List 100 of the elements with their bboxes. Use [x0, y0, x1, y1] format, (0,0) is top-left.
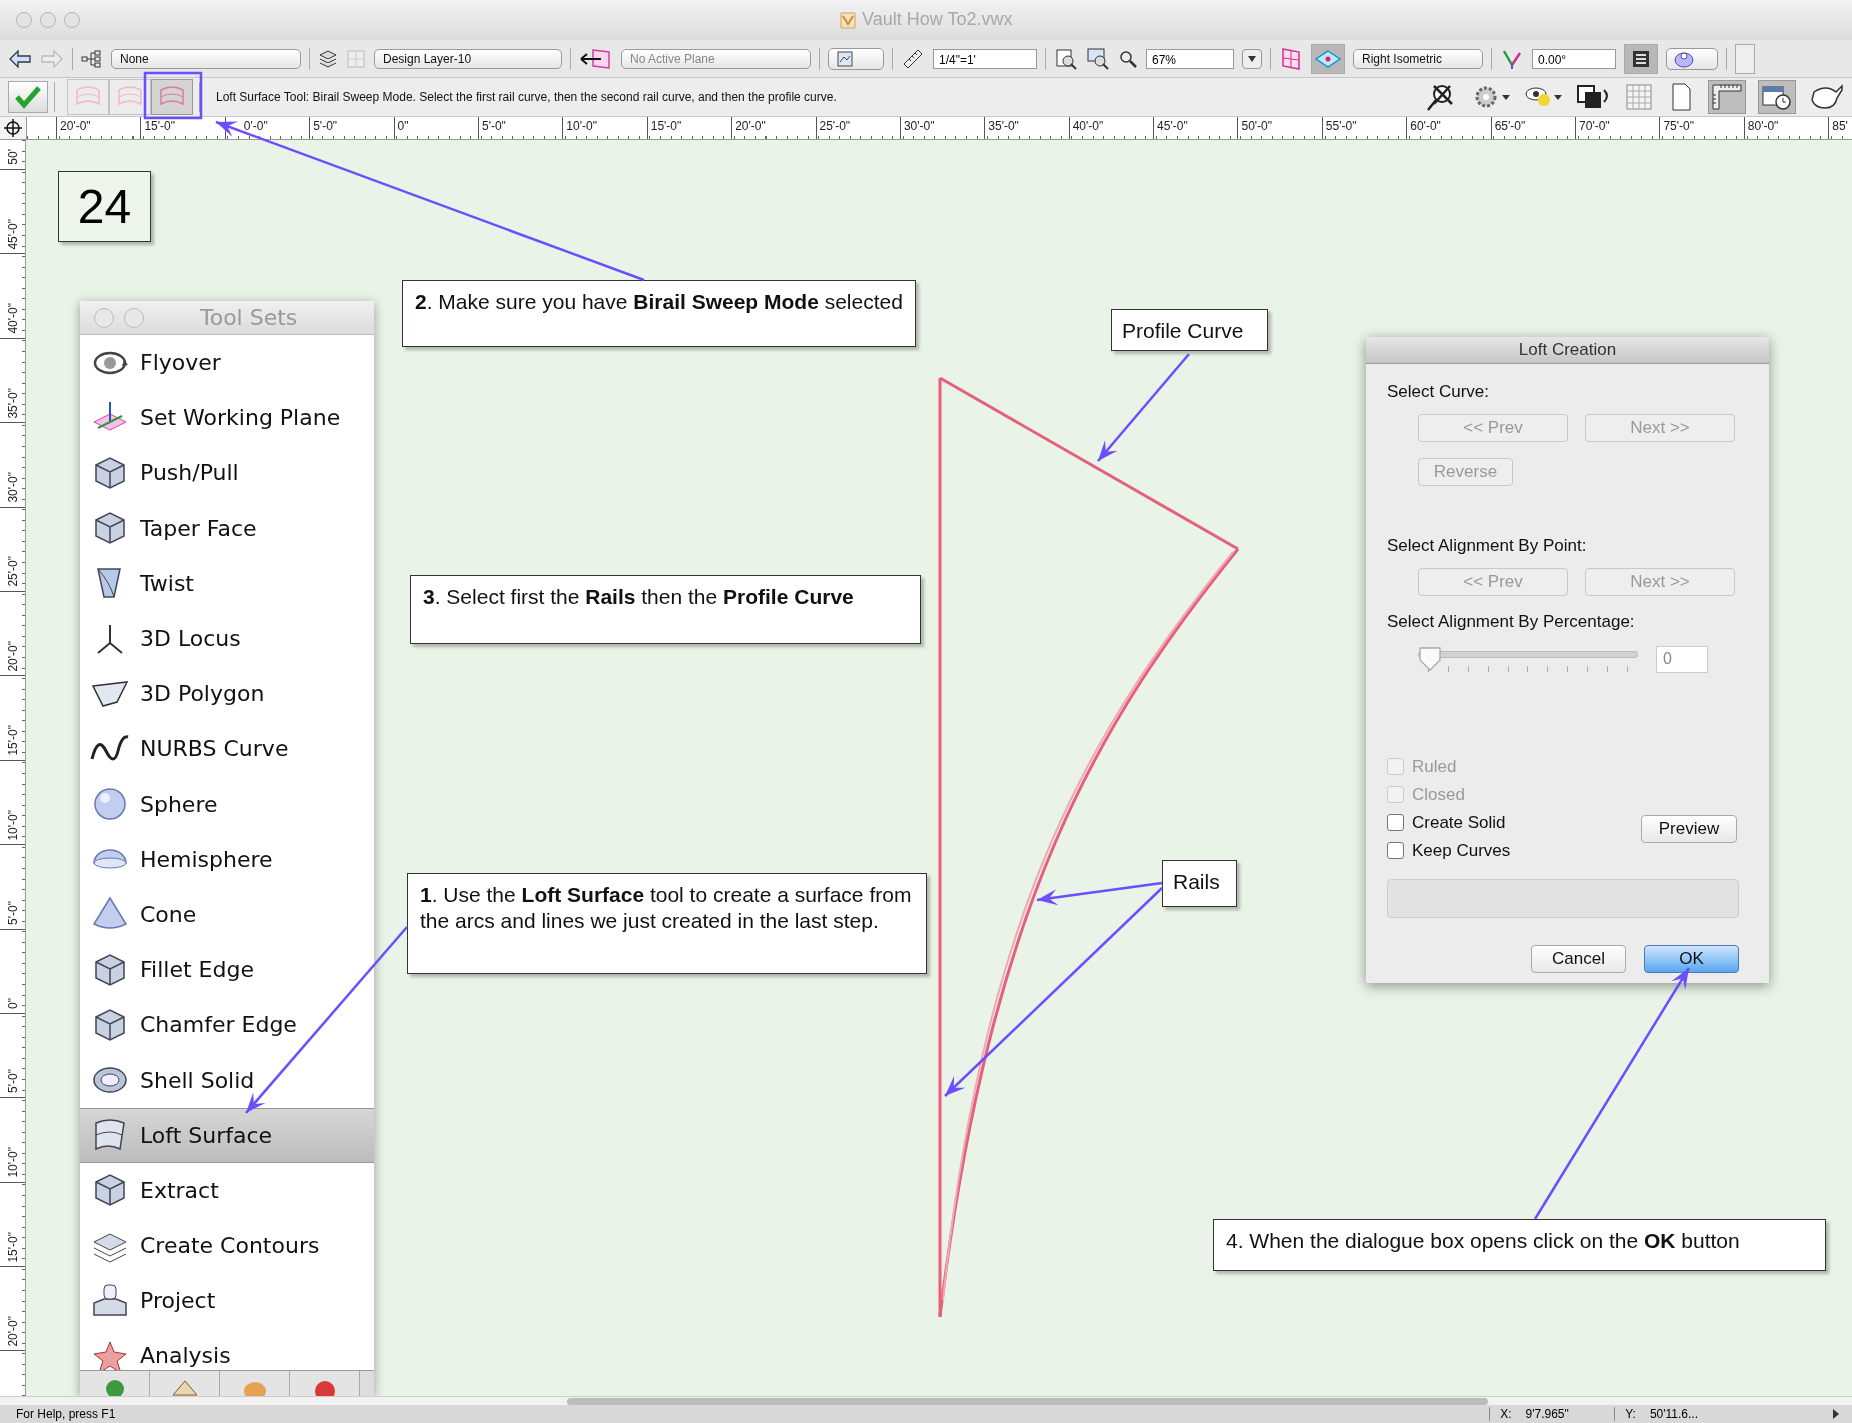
palette-tab[interactable]	[80, 1371, 150, 1396]
preview-button[interactable]: Preview	[1641, 815, 1737, 843]
callout-text: 4. When the dialogue box opens click on the OK button	[1213, 1219, 1826, 1271]
scale-field[interactable]: 1/4"=1'	[933, 48, 1037, 69]
mode-button[interactable]	[109, 79, 151, 115]
ruler-label: 20'-0"	[56, 117, 141, 139]
window-clock-icon	[1761, 83, 1793, 111]
render-mode-dropdown[interactable]	[1666, 47, 1718, 70]
percentage-field[interactable]: 0	[1656, 646, 1708, 673]
coord-value: 9'7.965"	[1525, 1407, 1569, 1421]
view-dropdown[interactable]: Right Isometric	[1353, 48, 1483, 69]
callout-label: Rails	[1162, 860, 1237, 907]
step-number: 24	[58, 171, 151, 242]
tool-item[interactable]: Push/Pull	[80, 445, 374, 501]
checkbox-label: Keep Curves	[1412, 840, 1511, 861]
scrollbar-thumb[interactable]	[567, 1398, 1488, 1405]
list-icon	[1631, 48, 1651, 69]
ruler-label: 25'-0"	[815, 117, 900, 139]
ruler-label: 20'-0"	[731, 117, 816, 139]
checkbox[interactable]	[1387, 842, 1404, 859]
callout-text: 3. Select first the Rails then the Profile Curve	[410, 575, 921, 644]
toolbar-button[interactable]	[1735, 43, 1755, 74]
ruler-label: 5'-0"	[5, 1069, 20, 1094]
plane-icon	[1314, 48, 1342, 69]
picture-page-icon	[835, 49, 855, 68]
tool-item[interactable]: Chamfer Edge	[80, 997, 374, 1053]
window-title: Vault How To2.vwx	[862, 9, 1013, 30]
ruler-label: 40'-0"	[1068, 117, 1154, 139]
ruler-label: 80'-0"	[1743, 117, 1829, 139]
tool-item[interactable]: Create Contours	[80, 1218, 374, 1274]
cancel-button[interactable]: Cancel	[1531, 945, 1626, 973]
ruler-label: 20'-0"	[5, 640, 20, 672]
palette-tab[interactable]	[290, 1371, 360, 1396]
back-arrow-icon[interactable]	[8, 48, 32, 69]
ruler-label: 10'-0"	[5, 809, 20, 841]
callout-text: 2. Make sure you have Birail Sweep Mode selected	[402, 280, 916, 347]
layers-icon[interactable]	[318, 48, 338, 69]
zoom-selection-icon[interactable]	[1086, 46, 1110, 71]
ruler-label: 30'-0"	[5, 472, 20, 503]
ruler-label: 40'-0"	[5, 303, 20, 334]
rulers-button[interactable]	[1708, 80, 1746, 114]
percentage-slider[interactable]	[1418, 646, 1638, 674]
working-plane-button[interactable]	[1311, 43, 1345, 74]
tool-item[interactable]: Twist	[80, 555, 374, 611]
coord-value: 50'11.6...	[1649, 1407, 1698, 1421]
tool-item[interactable]: 3D Locus	[80, 610, 374, 667]
magnifier-icon[interactable]	[1118, 48, 1138, 69]
tool-item[interactable]: Taper Face	[80, 500, 374, 556]
plane-view-icon[interactable]	[1279, 45, 1303, 72]
ruler-label: 50'	[5, 149, 20, 165]
palette-title: Tool Sets	[200, 305, 298, 330]
tool-item[interactable]: Project	[80, 1273, 374, 1329]
plane-icon[interactable]	[579, 46, 613, 71]
render-button[interactable]	[1624, 43, 1658, 74]
status-help: For Help, press F1	[16, 1407, 116, 1421]
caret-icon	[1248, 55, 1256, 62]
callout-text: 1. Use the Loft Surface tool to create a surface from the arcs and lines we just created in the last step.	[407, 873, 927, 974]
ruler-label: 35'-0"	[5, 387, 20, 419]
tool-item[interactable]: 3D Polygon	[80, 666, 374, 722]
zoom-field[interactable]: 67%	[1146, 48, 1234, 69]
tool-item[interactable]: NURBS Curve	[80, 721, 374, 777]
rotation-field[interactable]: 0.00°	[1532, 48, 1616, 69]
ruler-label: 0"	[5, 997, 20, 1009]
ruler-label: 70'-0"	[1575, 117, 1660, 139]
ok-button[interactable]: OK	[1644, 945, 1739, 973]
tool-item[interactable]: Extract	[80, 1162, 374, 1218]
tool-item[interactable]: Sphere	[80, 776, 374, 832]
ruler-label: 50'-0"	[1237, 117, 1322, 139]
page-dropdown[interactable]	[828, 47, 884, 70]
section-label: Select Alignment By Point:	[1387, 536, 1588, 556]
zoom-dropdown-button[interactable]	[1242, 48, 1262, 69]
ruler-label: 55'-0"	[1321, 117, 1407, 139]
checkbox[interactable]	[1387, 814, 1404, 831]
ruler-label: 15'-0"	[646, 117, 732, 139]
slider-thumb[interactable]	[1418, 646, 1442, 672]
scroll-right-icon[interactable]	[1832, 1409, 1840, 1419]
ruler-label: 85'	[1828, 117, 1852, 139]
ruler-label: 30'-0"	[899, 117, 985, 139]
callout-label: Profile Curve	[1111, 309, 1268, 351]
tool-item[interactable]: Hemisphere	[80, 831, 374, 887]
tool-item[interactable]: Loft Surface	[80, 1107, 374, 1163]
ruler-label: 75'-0"	[1659, 117, 1744, 139]
zoom-page-icon[interactable]	[1054, 46, 1078, 71]
teapot-icon[interactable]	[1808, 82, 1844, 112]
section-label: Select Alignment By Percentage:	[1387, 612, 1636, 632]
ruler-label: 45'-0"	[5, 218, 20, 250]
history-button[interactable]	[1758, 80, 1796, 114]
palette-tab[interactable]	[150, 1371, 220, 1396]
layer-dropdown[interactable]: Design Layer-10	[374, 48, 562, 69]
tool-item[interactable]: Cone	[80, 886, 374, 943]
tool-item[interactable]: Analysis	[80, 1328, 374, 1370]
crosshair-icon[interactable]	[0, 117, 27, 139]
tool-item[interactable]: Set Working Plane	[80, 390, 374, 446]
class-dropdown[interactable]: None	[111, 48, 301, 69]
tool-item[interactable]: Fillet Edge	[80, 942, 374, 998]
tool-item[interactable]: Shell Solid	[80, 1052, 374, 1108]
checkbox-label: Closed	[1412, 784, 1465, 805]
ruler-label: 60'-0"	[1406, 117, 1491, 139]
tool-item[interactable]: Flyover	[80, 335, 374, 391]
hierarchy-icon[interactable]	[81, 49, 103, 68]
